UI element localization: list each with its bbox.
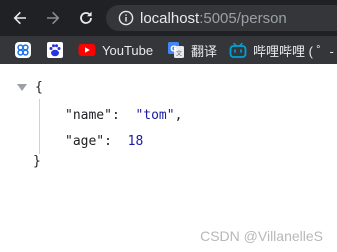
watermark: CSDN @VillanelleS	[200, 228, 323, 244]
bookmark-item-apps[interactable]	[14, 36, 32, 64]
youtube-icon	[78, 44, 96, 56]
reload-icon	[80, 11, 92, 24]
bookmark-label: 哔哩哔哩 ( ゜- ゜)	[253, 43, 337, 59]
svg-text:文: 文	[176, 50, 182, 58]
json-value-number: 18	[127, 134, 144, 149]
site-info-button[interactable]	[114, 5, 138, 31]
json-entry: "name": "tom",	[65, 108, 182, 123]
bookmark-label: YouTube	[102, 42, 154, 58]
url-host: localhost	[140, 9, 200, 27]
bookmark-label: 翻译	[191, 43, 218, 59]
json-colon: :	[104, 134, 112, 149]
indent-guide	[39, 99, 40, 154]
bookmark-item-baidu[interactable]	[46, 36, 64, 64]
baidu-paw-icon	[47, 42, 63, 58]
reload-button[interactable]	[73, 5, 99, 31]
google-translate-icon: G 文	[168, 42, 184, 58]
bilibili-icon	[229, 42, 247, 58]
arrow-right-icon	[47, 11, 60, 25]
json-colon: :	[111, 108, 120, 123]
json-key: "age"	[65, 134, 105, 149]
bookmark-item-bilibili[interactable]: 哔哩哔哩 ( ゜- ゜)	[229, 36, 337, 64]
json-entry: "age": 18	[65, 134, 143, 149]
json-comma: ,	[174, 108, 183, 123]
url-text[interactable]: localhost:5005/person	[140, 10, 287, 27]
json-close-brace: }	[33, 154, 41, 169]
json-open-brace: {	[35, 80, 43, 95]
back-button[interactable]	[7, 5, 33, 31]
address-bar[interactable]: localhost:5005/person	[106, 5, 337, 31]
url-path: :5005/person	[199, 9, 287, 27]
bookmarks-bar: YouTube G 文 翻译 哔哩哔哩 ( ゜- ゜)	[0, 36, 337, 64]
json-key: "name"	[65, 108, 112, 123]
json-value-string: "tom"	[135, 108, 175, 123]
browser-toolbar: localhost:5005/person	[0, 0, 337, 36]
collapse-triangle-icon[interactable]	[17, 84, 27, 91]
arrow-left-icon	[13, 11, 26, 25]
forward-button[interactable]	[40, 5, 66, 31]
bookmark-item-translate[interactable]: G 文 翻译	[167, 36, 217, 64]
bookmark-grid-icon	[15, 42, 31, 58]
info-icon	[118, 10, 134, 26]
json-viewer: { "name": "tom", "age": 18 } CSDN @Villa…	[0, 64, 337, 252]
bookmark-item-youtube[interactable]: YouTube	[78, 36, 153, 64]
